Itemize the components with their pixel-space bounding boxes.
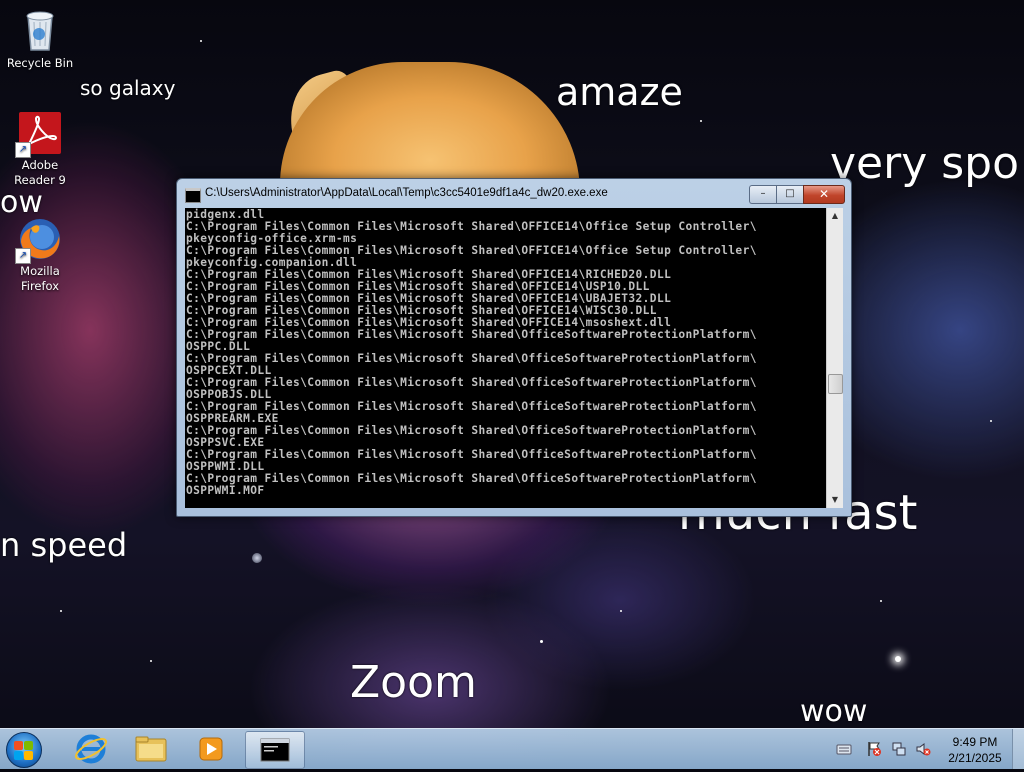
star (990, 420, 992, 422)
planet (252, 553, 262, 563)
start-button[interactable] (6, 732, 42, 768)
meme-zoom: Zoom (350, 657, 477, 708)
adobe-reader-label: Adobe Reader 9 (14, 158, 66, 187)
console-output-text: pidgenx.dll C:\Program Files\Common File… (186, 208, 757, 497)
windows-logo-icon (14, 741, 23, 750)
desktop-icon-adobe-reader[interactable]: ↗ Adobe Reader 9 (0, 110, 80, 188)
recycle-bin-icon (17, 8, 63, 54)
meme-so-galaxy: so galaxy (80, 76, 176, 100)
minimize-button[interactable]: – (749, 185, 776, 204)
close-button[interactable]: ✕ (803, 185, 845, 204)
media-player-icon (199, 737, 223, 761)
star (700, 120, 702, 122)
firefox-label: Mozilla Firefox (20, 264, 60, 293)
vertical-scrollbar[interactable]: ▲ ▼ (826, 208, 843, 508)
meme-very-spo: very spo (830, 138, 1019, 189)
scroll-up-arrow-icon[interactable]: ▲ (827, 208, 843, 224)
windows-logo-icon-part (24, 751, 33, 760)
taskbar-internet-explorer[interactable] (62, 731, 120, 767)
adobe-reader-icon: ↗ (15, 110, 63, 158)
meme-wow-left: ow (0, 185, 43, 220)
window-titlebar[interactable]: C:\Users\Administrator\AppData\Local\Tem… (177, 179, 851, 207)
taskbar: 9:49 PM 2/21/2025 (0, 728, 1024, 769)
ie-icon (74, 734, 108, 764)
star (150, 660, 152, 662)
system-clock[interactable]: 9:49 PM 2/21/2025 (940, 734, 1010, 766)
star (620, 610, 622, 612)
console-output-area[interactable]: pidgenx.dll C:\Program Files\Common File… (185, 208, 826, 508)
bright-star (895, 656, 901, 662)
maximize-button[interactable]: □ (776, 185, 803, 204)
action-center-flag-icon[interactable] (866, 741, 882, 757)
taskbar-console[interactable] (245, 731, 305, 769)
folder-icon (135, 736, 167, 762)
shortcut-arrow-icon: ↗ (15, 248, 31, 264)
taskbar-windows-explorer[interactable] (122, 731, 180, 767)
meme-amaze: amaze (556, 70, 683, 114)
star (540, 640, 543, 643)
firefox-icon: ↗ (15, 216, 63, 264)
console-window-icon[interactable] (185, 188, 201, 203)
star (200, 40, 202, 42)
meme-speed: n speed (0, 526, 128, 564)
scroll-thumb[interactable] (828, 374, 843, 394)
desktop-icon-recycle-bin[interactable]: Recycle Bin (0, 8, 80, 71)
windows-logo-icon-part (24, 741, 33, 750)
taskbar-media-player[interactable] (182, 731, 240, 767)
network-icon[interactable] (891, 741, 907, 757)
console-window[interactable]: C:\Users\Administrator\AppData\Local\Tem… (176, 178, 852, 517)
show-desktop-button[interactable] (1012, 729, 1024, 769)
recycle-bin-label: Recycle Bin (6, 56, 74, 70)
window-title: C:\Users\Administrator\AppData\Local\Tem… (205, 187, 608, 199)
windows-logo-icon-part (14, 751, 23, 760)
meme-wow-bottom: wow (800, 694, 868, 729)
console-icon (260, 738, 290, 762)
shortcut-arrow-icon: ↗ (15, 142, 31, 158)
star (880, 600, 882, 602)
desktop-icon-firefox[interactable]: ↗ Mozilla Firefox (0, 216, 80, 294)
scroll-down-arrow-icon[interactable]: ▼ (827, 492, 843, 508)
keyboard-icon[interactable] (836, 741, 852, 757)
volume-muted-icon[interactable] (915, 741, 931, 757)
clock-time: 9:49 PM (952, 735, 998, 749)
clock-date: 2/21/2025 (948, 751, 1002, 765)
star (60, 610, 62, 612)
